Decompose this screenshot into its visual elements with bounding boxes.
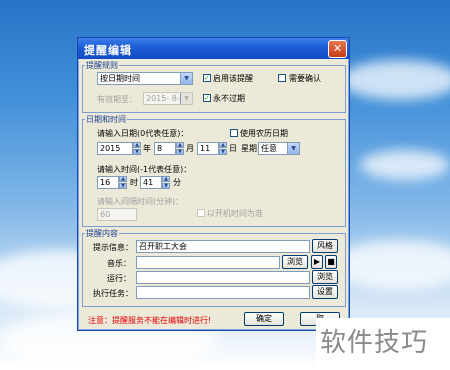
close-icon: ✕ xyxy=(332,42,343,55)
enable-rule-checkbox[interactable]: ✓ xyxy=(203,74,211,82)
edit-warning: 注意：提醒服务不能在编辑时进行! xyxy=(88,316,212,325)
settings-button[interactable]: 设置 xyxy=(312,285,338,299)
close-button[interactable]: ✕ xyxy=(328,40,347,58)
weekday-label: 星期 xyxy=(241,144,257,153)
enable-rule-label: 启用该提醒 xyxy=(213,74,253,83)
music-label: 音乐： xyxy=(107,259,131,268)
chevron-down-icon: ▼ xyxy=(180,73,192,84)
stop-button[interactable]: ■ xyxy=(325,255,337,269)
reminder-edit-dialog: 提醒编辑 ✕ 提醒规则 按日期时间 ▼ ✓ 启用该提醒 需要确认 有效期至： 2… xyxy=(77,37,350,331)
lunar-date-checkbox[interactable] xyxy=(230,129,238,137)
year-spinner[interactable]: ▲ ▼ xyxy=(133,142,141,155)
ok-button[interactable]: 确定 xyxy=(244,312,284,326)
rule-group-label: 提醒规则 xyxy=(85,60,119,71)
boot-time-checkbox[interactable] xyxy=(197,209,205,217)
minute-spinner[interactable]: ▲ ▼ xyxy=(162,176,170,189)
day-field[interactable]: 11 xyxy=(197,142,219,155)
datetime-group-label: 日期和时间 xyxy=(85,114,127,125)
month-unit: 月 xyxy=(186,144,194,153)
interval-field[interactable]: 60 xyxy=(97,208,137,221)
weekday-select[interactable]: 任意 ▼ xyxy=(258,142,300,155)
run-browse-button[interactable]: 浏览 xyxy=(312,270,338,284)
year-value: 2015 xyxy=(100,144,121,153)
need-confirm-checkbox[interactable] xyxy=(278,74,286,82)
title-bar[interactable]: 提醒编辑 ✕ xyxy=(78,38,349,59)
valid-until-label: 有效期至： xyxy=(97,95,137,104)
run-field[interactable] xyxy=(136,271,310,284)
lunar-date-label: 使用农历日期 xyxy=(240,129,288,138)
year-field[interactable]: 2015 xyxy=(97,142,133,155)
year-unit: 年 xyxy=(143,144,151,153)
stop-icon: ■ xyxy=(327,257,335,266)
dialog-title: 提醒编辑 xyxy=(84,44,132,57)
interval-prompt: 请输入间隔时间(分钟)： xyxy=(97,197,184,206)
valid-until-select[interactable]: 2015- 8-10 ▼ xyxy=(143,92,193,105)
hour-unit: 时 xyxy=(130,178,138,187)
message-field[interactable]: 召开职工大会 xyxy=(136,240,310,253)
minute-unit: 分 xyxy=(173,178,181,187)
content-group: 提醒内容 提示信息： 召开职工大会 风格 音乐： 浏览 ▶ ■ 运行： 浏览 执… xyxy=(82,228,346,307)
hour-value: 16 xyxy=(100,178,111,187)
month-field[interactable]: 8 xyxy=(154,142,176,155)
task-field[interactable] xyxy=(136,286,310,299)
content-group-label: 提醒内容 xyxy=(85,228,119,239)
watermark-text: 软件技巧 xyxy=(320,328,429,358)
month-value: 8 xyxy=(157,144,163,153)
task-label: 执行任务： xyxy=(93,289,133,298)
rule-group: 提醒规则 按日期时间 ▼ ✓ 启用该提醒 需要确认 有效期至： 2015- 8-… xyxy=(82,60,346,113)
play-icon: ▶ xyxy=(313,257,321,266)
cloud xyxy=(360,150,450,180)
need-confirm-label: 需要确认 xyxy=(289,74,321,83)
rule-type-value: 按日期时间 xyxy=(100,74,140,83)
never-expire-checkbox[interactable]: ✓ xyxy=(203,94,211,102)
datetime-group: 日期和时间 请输入日期(0代表任意)： 使用农历日期 2015 ▲ ▼ 年 8 ▲… xyxy=(82,114,346,227)
boot-time-label: 以开机时间为准 xyxy=(207,209,263,218)
rule-type-select[interactable]: 按日期时间 ▼ xyxy=(97,72,193,85)
message-value: 召开职工大会 xyxy=(139,242,187,251)
play-button[interactable]: ▶ xyxy=(311,255,323,269)
date-prompt: 请输入日期(0代表任意)： xyxy=(97,129,189,138)
message-label: 提示信息： xyxy=(93,243,133,252)
hour-spinner[interactable]: ▲ ▼ xyxy=(119,176,127,189)
music-browse-button[interactable]: 浏览 xyxy=(282,255,308,269)
time-prompt: 请输入时间(-1代表任意)： xyxy=(97,165,192,174)
run-label: 运行： xyxy=(107,274,131,283)
weekday-value: 任意 xyxy=(261,144,277,153)
minute-field[interactable]: 41 xyxy=(140,176,162,189)
day-unit: 日 xyxy=(229,144,237,153)
chevron-down-icon: ▼ xyxy=(287,143,299,154)
music-field[interactable] xyxy=(136,256,280,269)
day-spinner[interactable]: ▲ ▼ xyxy=(219,142,227,155)
cloud xyxy=(340,60,450,100)
hour-field[interactable]: 16 xyxy=(97,176,119,189)
style-button[interactable]: 风格 xyxy=(312,239,338,253)
minute-value: 41 xyxy=(143,178,154,187)
month-spinner[interactable]: ▲ ▼ xyxy=(176,142,184,155)
chevron-down-icon: ▼ xyxy=(180,93,192,104)
day-value: 11 xyxy=(200,144,211,153)
never-expire-label: 永不过期 xyxy=(213,94,245,103)
interval-value: 60 xyxy=(100,210,111,219)
